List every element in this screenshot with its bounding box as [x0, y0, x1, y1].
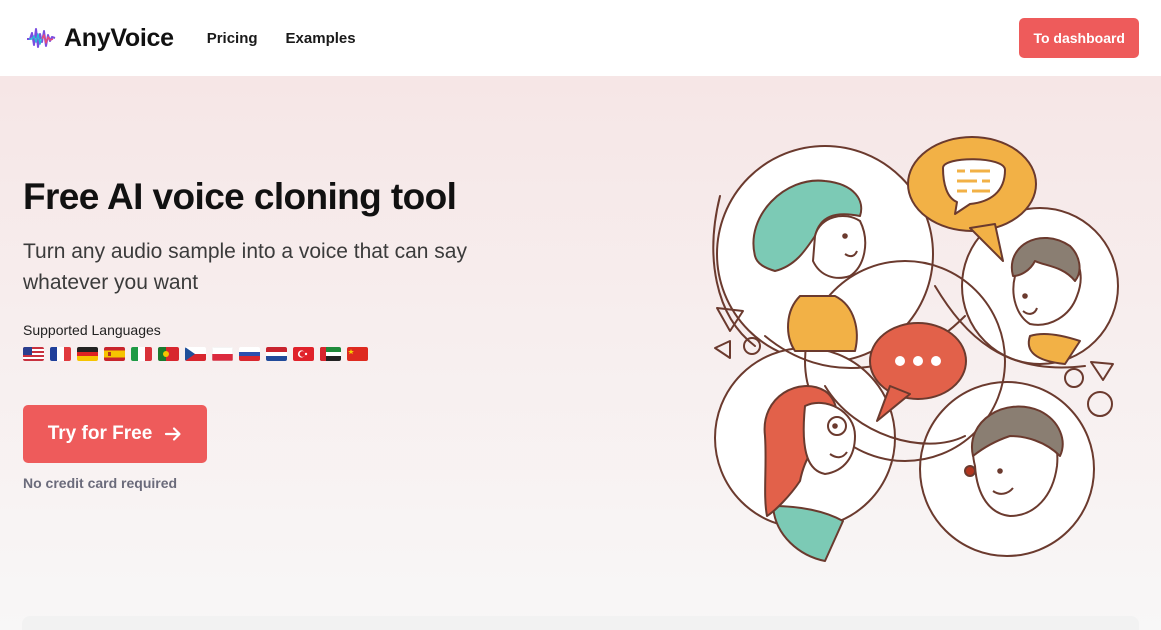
- top-nav-bar: AnyVoice Pricing Examples To dashboard: [0, 0, 1161, 76]
- flag-pl-icon: [212, 347, 233, 361]
- nav-link-examples[interactable]: Examples: [286, 30, 356, 47]
- flag-nl-icon: [266, 347, 287, 361]
- flag-pt-icon: [158, 347, 179, 361]
- logo-text: AnyVoice: [64, 23, 174, 52]
- supported-languages-label: Supported Languages: [23, 322, 161, 338]
- content-card-top-edge: [22, 616, 1139, 630]
- logo[interactable]: AnyVoice: [26, 24, 174, 53]
- flag-cn-icon: [347, 347, 368, 361]
- flag-ru-icon: [239, 347, 260, 361]
- flag-es-icon: [104, 347, 125, 361]
- flag-ae-icon: [320, 347, 341, 361]
- flag-tr-icon: [293, 347, 314, 361]
- to-dashboard-button[interactable]: To dashboard: [1019, 18, 1139, 58]
- main-nav: Pricing Examples: [207, 30, 356, 47]
- language-flags: [23, 347, 368, 361]
- hero-subtitle: Turn any audio sample into a voice that …: [23, 240, 467, 294]
- flag-fr-icon: [50, 347, 71, 361]
- flag-de-icon: [77, 347, 98, 361]
- flag-us-icon: [23, 347, 44, 361]
- hero-section: Free AI voice cloning tool Turn any audi…: [0, 76, 1161, 630]
- people-chatting-illustration: [712, 136, 1119, 562]
- waveform-logo-icon: [27, 28, 56, 48]
- flag-it-icon: [131, 347, 152, 361]
- arrow-right-icon: [165, 427, 181, 441]
- try-for-free-label: Try for Free: [47, 423, 153, 444]
- no-credit-card-note: No credit card required: [23, 475, 178, 491]
- nav-link-pricing[interactable]: Pricing: [207, 30, 258, 47]
- try-for-free-button[interactable]: Try for Free: [23, 405, 207, 463]
- flag-cz-icon: [185, 347, 206, 361]
- hero-title: Free AI voice cloning tool: [23, 176, 457, 217]
